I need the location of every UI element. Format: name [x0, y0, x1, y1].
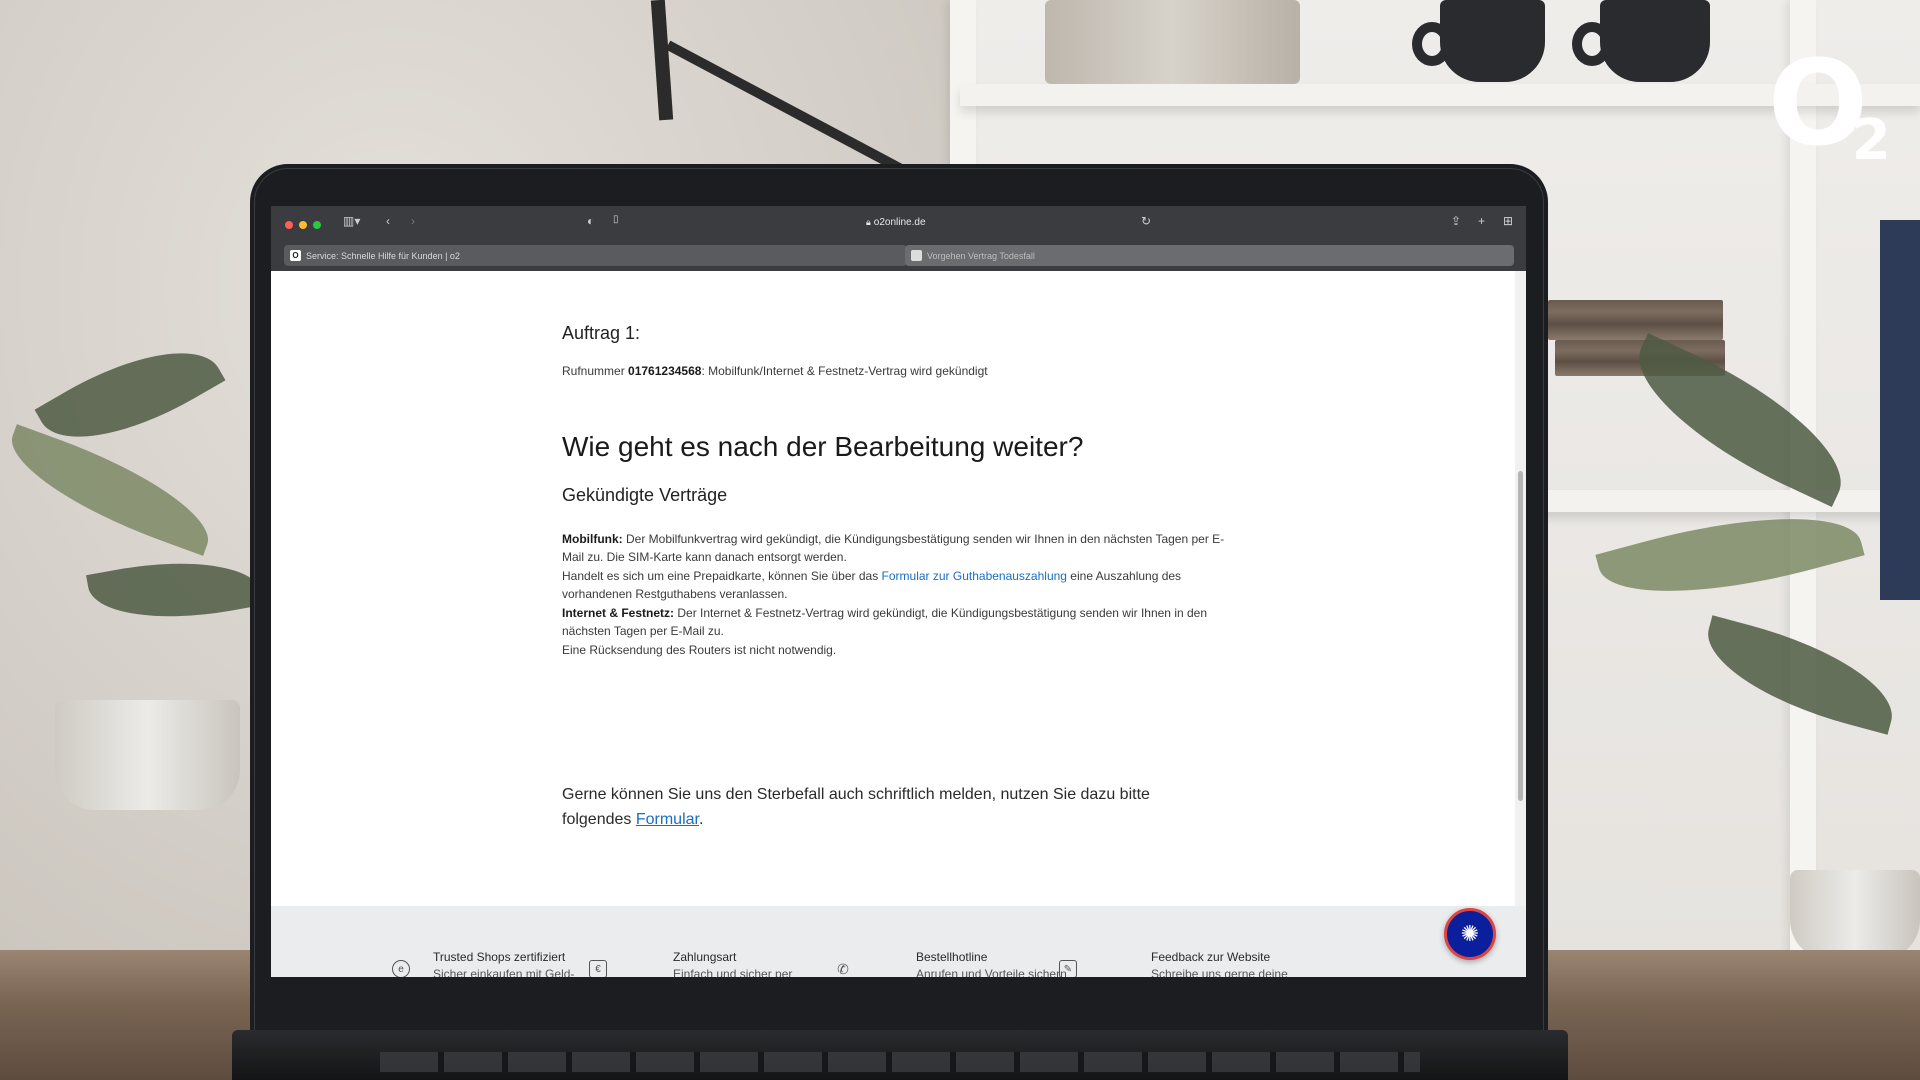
- scroll-thumb[interactable]: [1518, 471, 1523, 801]
- close-window-button[interactable]: [285, 221, 293, 229]
- footer-item-feedback[interactable]: Feedback zur Website Schreibe uns gerne …: [1151, 950, 1288, 977]
- plant-pot: [55, 700, 240, 810]
- rufnummer-line: Rufnummer 01761234568: Mobilfunk/Interne…: [562, 364, 988, 378]
- mobilfunk-paragraph: Mobilfunk: Der Mobilfunkvertrag wird gek…: [562, 532, 1225, 564]
- schriftlich-paragraph: Gerne können Sie uns den Sterbefall auch…: [562, 786, 1150, 828]
- minimize-window-button[interactable]: [299, 221, 307, 229]
- vase: [1045, 0, 1300, 84]
- phone-number: 01761234568: [628, 364, 702, 378]
- router-paragraph: Eine Rücksendung des Routers ist nicht n…: [562, 643, 837, 657]
- sidebar-icon[interactable]: ▥▾: [343, 215, 360, 227]
- new-tab-icon[interactable]: +: [1478, 215, 1485, 227]
- phone-icon: ✆: [837, 960, 849, 977]
- address-bar[interactable]: 🔒︎ o2online.de: [866, 217, 926, 228]
- o2-favicon-icon: O: [290, 250, 301, 261]
- tab-bar: O Service: Schnelle Hilfe für Kunden | o…: [271, 241, 1526, 271]
- curtain: [1880, 220, 1920, 600]
- tab-label: Service: Schnelle Hilfe für Kunden | o2: [306, 250, 460, 261]
- formular-link[interactable]: Formular: [636, 811, 699, 828]
- web-page: Auftrag 1: Rufnummer 01761234568: Mobilf…: [271, 271, 1526, 977]
- page-icon[interactable]: ▯: [613, 215, 619, 225]
- tab-overview-icon[interactable]: ⊞: [1503, 215, 1513, 227]
- internet-paragraph: Internet & Festnetz: Der Internet & Fest…: [562, 606, 1208, 638]
- footer-item-bestellhotline[interactable]: Bestellhotline Anrufen und Vorteile sich…: [916, 950, 1067, 977]
- section-heading: Gekündigte Verträge: [562, 485, 728, 505]
- tab-vorgehen[interactable]: Vorgehen Vertrag Todesfall: [905, 245, 1514, 266]
- page-title: Wie geht es nach der Bearbeitung weiter?: [562, 431, 1084, 462]
- forward-icon[interactable]: ›: [411, 215, 415, 227]
- window-controls: [285, 221, 321, 229]
- page-favicon-icon: [911, 250, 922, 261]
- tab-service[interactable]: O Service: Schnelle Hilfe für Kunden | o…: [284, 245, 907, 266]
- tab-label: Vorgehen Vertrag Todesfall: [927, 250, 1035, 261]
- footer-item-trusted-shops[interactable]: Trusted Shops zertifiziert Sicher einkau…: [433, 950, 574, 977]
- cup: [1440, 0, 1545, 82]
- prepaid-paragraph: Handelt es sich um eine Prepaidkarte, kö…: [562, 569, 1182, 601]
- chat-assistant-icon: ✺: [1460, 921, 1480, 946]
- keyboard: [380, 1052, 1420, 1072]
- feedback-icon: ✎: [1059, 960, 1077, 977]
- laptop-screen: ▥▾ ‹ › ◐ ▯ 🔒︎ o2online.de ↻ ⇪ + ⊞ O Servi…: [271, 206, 1526, 977]
- euro-icon: €: [589, 960, 607, 977]
- cup-handle: [1412, 22, 1452, 66]
- o2-logo: O 2: [1767, 34, 1891, 173]
- footer-item-zahlungsart[interactable]: Zahlungsart Einfach und sicher per: [673, 950, 792, 977]
- page-scrollbar[interactable]: [1515, 271, 1526, 977]
- back-icon[interactable]: ‹: [386, 215, 390, 227]
- trusted-shops-icon: e: [392, 960, 410, 977]
- auftrag-heading: Auftrag 1:: [562, 323, 641, 343]
- zoom-window-button[interactable]: [313, 221, 321, 229]
- browser-toolbar: ▥▾ ‹ › ◐ ▯ 🔒︎ o2online.de ↻ ⇪ + ⊞: [271, 206, 1526, 241]
- cup-handle: [1572, 22, 1612, 66]
- reload-icon[interactable]: ↻: [1141, 215, 1151, 227]
- books: [1548, 300, 1723, 340]
- lock-icon: 🔒︎: [866, 217, 871, 227]
- cup: [1600, 0, 1710, 82]
- chat-assistant-button[interactable]: ✺: [1444, 908, 1496, 960]
- share-icon[interactable]: ⇪: [1451, 215, 1461, 227]
- guthabenauszahlung-link[interactable]: Formular zur Guthabenauszahlung: [882, 569, 1067, 583]
- shield-icon[interactable]: ◐: [587, 215, 594, 227]
- plant-pot: [1790, 870, 1920, 960]
- footer-trust-bar: e Trusted Shops zertifiziert Sicher eink…: [271, 906, 1526, 977]
